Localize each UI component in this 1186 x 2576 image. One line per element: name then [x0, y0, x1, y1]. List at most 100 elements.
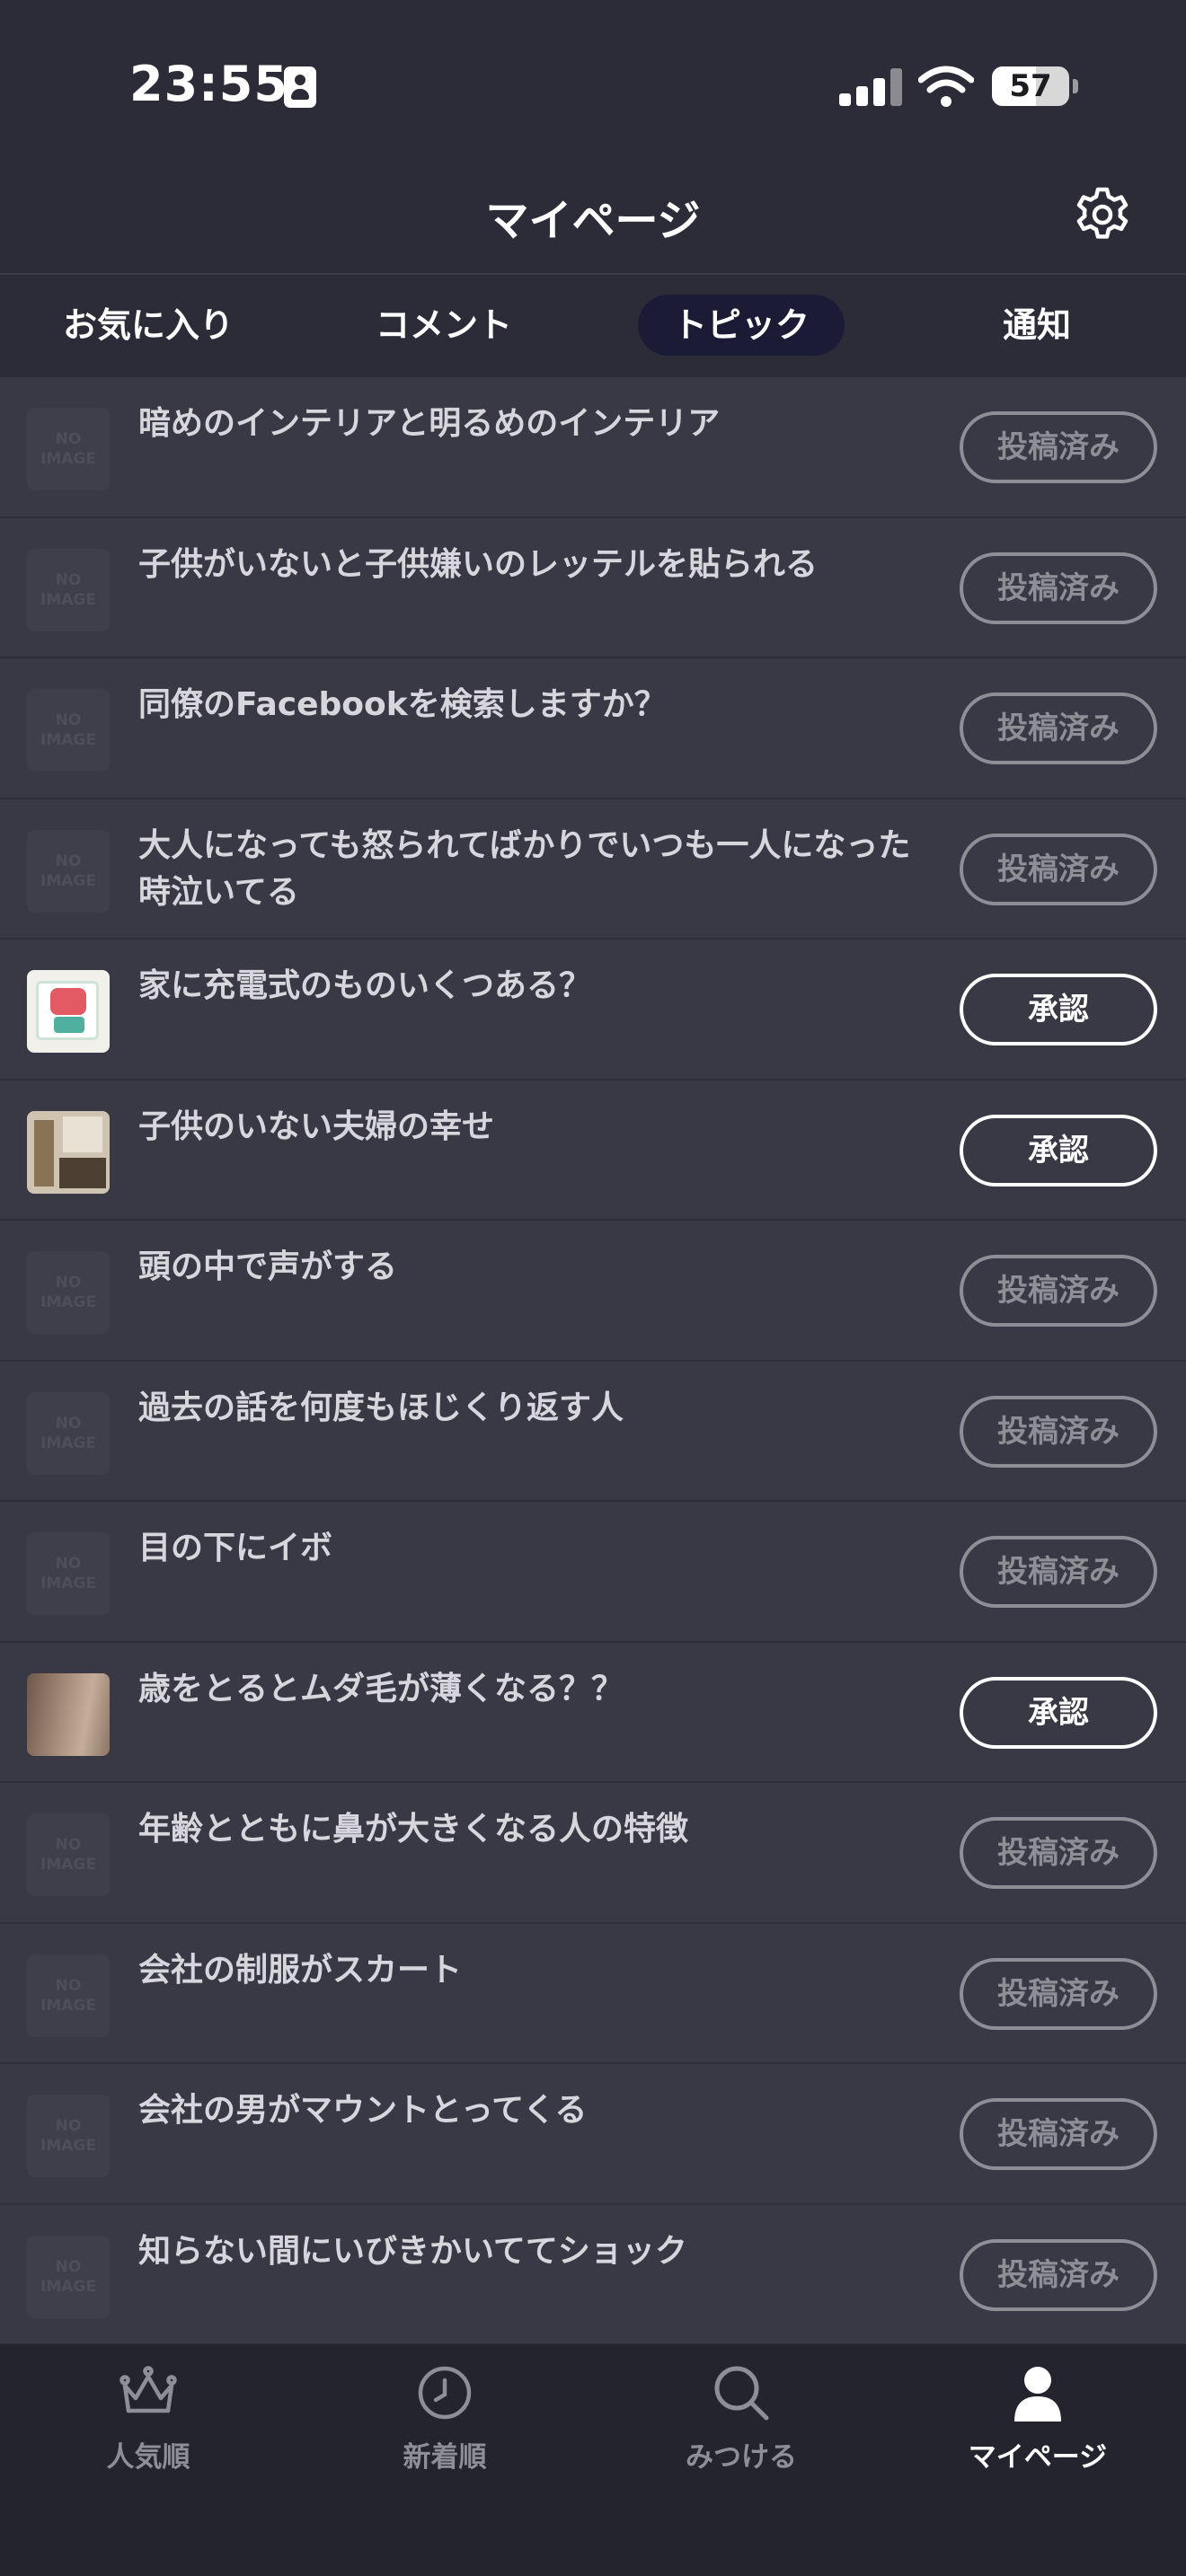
posted-status-button[interactable]: 投稿済み — [960, 411, 1157, 483]
approve-button[interactable]: 承認 — [960, 974, 1157, 1045]
topic-row[interactable]: NO IMAGE 会社の制服がスカート 投稿済み — [0, 1923, 1186, 2064]
topic-thumbnail — [27, 1672, 110, 1756]
no-image-placeholder: NO IMAGE — [27, 429, 110, 469]
tab-topics[interactable]: トピック — [638, 295, 845, 356]
topic-thumbnail: NO IMAGE — [27, 1532, 110, 1615]
no-image-label: NO — [55, 2117, 82, 2135]
topic-title: 年齢とともに鼻が大きくなる人の特徴 — [138, 1811, 689, 1848]
nav-label: マイページ — [968, 2441, 1108, 2474]
battery-icon: 57 — [992, 66, 1069, 106]
posted-status-button[interactable]: 投稿済み — [960, 1395, 1157, 1468]
no-image-label: NO — [55, 711, 82, 729]
topic-title: 会社の制服がスカート — [138, 1951, 463, 1989]
topic-title: 子供のいない夫婦の幸せ — [138, 1107, 495, 1145]
no-image-label: NO — [55, 2257, 82, 2276]
nav-label: 人気順 — [106, 2441, 190, 2474]
posted-status-button[interactable]: 投稿済み — [960, 551, 1157, 624]
no-image-label: NO — [55, 1555, 82, 1573]
topic-row[interactable]: NO IMAGE 年齢とともに鼻が大きくなる人の特徴 投稿済み — [0, 1783, 1186, 1924]
tab-favorites[interactable]: お気に入り — [34, 295, 262, 356]
status-time: 23:55 — [129, 56, 288, 112]
topic-title: 家に充電式のものいくつある？ — [138, 967, 592, 1004]
topic-title: 大人になっても怒られてばかりでいつも一人になった時泣いてる — [138, 826, 911, 911]
no-image-label: IMAGE — [40, 1856, 96, 1874]
no-image-placeholder: NO IMAGE — [27, 710, 110, 750]
home-indicator-area — [0, 2531, 1186, 2576]
no-image-label: IMAGE — [40, 871, 96, 890]
topic-list: NO IMAGE 暗めのインテリアと明るめのインテリア 投稿済み NO IMAGE 子供がい… — [0, 377, 1186, 2345]
person-icon — [1014, 2367, 1061, 2422]
no-image-label: NO — [55, 1976, 82, 1995]
topic-title: 知らない間にいびきかいててショック — [138, 2232, 687, 2270]
topic-title: 同僚のFacebookを検索しますか？ — [138, 686, 667, 723]
nav-search[interactable]: みつける — [593, 2344, 890, 2524]
topic-title: 歳をとるとムダ毛が薄くなる？？ — [138, 1670, 624, 1707]
gear-icon[interactable] — [1073, 185, 1132, 244]
nav-newest[interactable]: 新着順 — [296, 2344, 593, 2524]
no-image-placeholder: NO IMAGE — [27, 1554, 110, 1593]
no-image-placeholder: NO IMAGE — [27, 2116, 110, 2156]
posted-status-button[interactable]: 投稿済み — [960, 1957, 1157, 2030]
topic-row[interactable]: NO IMAGE 頭の中で声がする 投稿済み — [0, 1221, 1186, 1362]
no-image-label: NO — [55, 570, 82, 589]
topic-thumbnail: NO IMAGE — [27, 2095, 110, 2177]
topic-title: 子供がいないと子供嫌いのレッテルを貼られる — [138, 545, 819, 583]
no-image-placeholder: NO IMAGE — [27, 1414, 110, 1453]
nav-popular[interactable]: 人気順 — [0, 2344, 296, 2524]
posted-status-button[interactable]: 投稿済み — [960, 2098, 1157, 2170]
topic-thumbnail: NO IMAGE — [27, 1251, 110, 1334]
topic-row[interactable]: NO IMAGE 大人になっても怒られてばかりでいつも一人になった時泣いてる 投稿済み — [0, 798, 1186, 940]
topic-row[interactable]: 歳をとるとムダ毛が薄くなる？？ 承認 — [0, 1642, 1186, 1783]
tab-comments[interactable]: コメント — [341, 295, 546, 356]
topic-row[interactable]: NO IMAGE 暗めのインテリアと明るめのインテリア 投稿済み — [0, 377, 1186, 518]
nav-mypage[interactable]: マイページ — [890, 2344, 1186, 2524]
topic-row[interactable]: NO IMAGE 会社の男がマウントとってくる 投稿済み — [0, 2064, 1186, 2205]
posted-status-button[interactable]: 投稿済み — [960, 693, 1157, 764]
topic-thumbnail: NO IMAGE — [27, 548, 110, 631]
no-image-label: NO — [55, 430, 82, 448]
clock-icon — [418, 2366, 472, 2420]
no-image-placeholder: NO IMAGE — [27, 1976, 110, 2016]
posted-status-button[interactable]: 投稿済み — [960, 1536, 1157, 1608]
no-image-label: IMAGE — [40, 1996, 96, 2015]
topic-thumbnail: NO IMAGE — [27, 689, 110, 772]
status-bar: 23:55 57 — [0, 0, 1186, 162]
no-image-label: IMAGE — [40, 1575, 96, 1592]
topic-thumbnail: NO IMAGE — [27, 829, 110, 913]
no-image-label: NO — [55, 851, 82, 870]
no-image-placeholder: NO IMAGE — [27, 2257, 110, 2297]
posted-status-button[interactable]: 投稿済み — [960, 2238, 1157, 2311]
battery-percent: 57 — [1009, 68, 1052, 104]
tab-bar: お気に入り コメント トピック 通知 — [0, 277, 1186, 375]
no-image-label: IMAGE — [40, 731, 96, 749]
topic-row[interactable]: NO IMAGE 目の下にイボ 投稿済み — [0, 1502, 1186, 1643]
no-image-label: IMAGE — [40, 1434, 96, 1452]
no-image-placeholder: NO IMAGE — [27, 1835, 110, 1875]
posted-status-button[interactable]: 投稿済み — [960, 1255, 1157, 1327]
nav-label: 新着順 — [403, 2441, 487, 2474]
topic-title: 目の下にイボ — [138, 1530, 333, 1566]
topic-title: 過去の話を何度もほじくり返す人 — [138, 1389, 624, 1426]
cellular-signal-icon — [839, 68, 902, 106]
approve-button[interactable]: 承認 — [960, 1114, 1157, 1187]
posted-status-button[interactable]: 投稿済み — [960, 833, 1157, 905]
topic-row[interactable]: 子供のいない夫婦の幸せ 承認 — [0, 1080, 1186, 1221]
approve-button[interactable]: 承認 — [960, 1676, 1157, 1749]
no-image-label: IMAGE — [40, 1293, 96, 1311]
topic-thumbnail — [27, 1110, 110, 1194]
topic-row[interactable]: NO IMAGE 知らない間にいびきかいててショック 投稿済み — [0, 2204, 1186, 2345]
topic-thumbnail: NO IMAGE — [27, 1391, 110, 1475]
topic-thumbnail: NO IMAGE — [27, 408, 110, 490]
tab-notifications[interactable]: 通知 — [956, 295, 1118, 356]
topic-row[interactable]: NO IMAGE 子供がいないと子供嫌いのレッテルを貼られる 投稿済み — [0, 517, 1186, 658]
posted-status-button[interactable]: 投稿済み — [960, 1817, 1157, 1889]
topic-row[interactable]: NO IMAGE 同僚のFacebookを検索しますか？ 投稿済み — [0, 658, 1186, 799]
search-icon — [714, 2366, 769, 2421]
no-image-label: NO — [55, 1414, 82, 1433]
no-image-label: NO — [55, 1274, 82, 1292]
topic-row[interactable]: NO IMAGE 過去の話を何度もほじくり返す人 投稿済み — [0, 1361, 1186, 1502]
topic-thumbnail: NO IMAGE — [27, 2235, 110, 2318]
topic-thumbnail — [27, 970, 110, 1053]
topic-row[interactable]: 家に充電式のものいくつある？ 承認 — [0, 940, 1186, 1081]
topic-title: 会社の男がマウントとってくる — [138, 2092, 588, 2129]
